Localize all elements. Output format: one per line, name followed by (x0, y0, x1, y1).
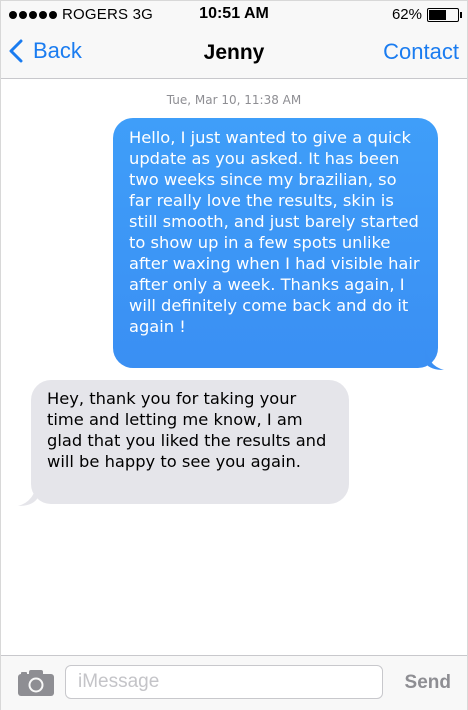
sent-message-text: Hello, I just wanted to give a quick upd… (129, 128, 420, 336)
camera-icon[interactable] (17, 669, 55, 697)
sent-message-bubble[interactable]: Hello, I just wanted to give a quick upd… (113, 118, 438, 368)
message-timestamp: Tue, Mar 10, 11:38 AM (166, 93, 302, 107)
imessage-input[interactable] (65, 665, 383, 699)
contact-button[interactable]: Contact (383, 39, 459, 65)
battery-icon (427, 7, 462, 22)
messages-screen: ROGERS 3G 10:51 AM 62% Back Jenny Contac… (0, 0, 468, 710)
sent-bubble-tail (425, 347, 444, 370)
send-button[interactable]: Send (405, 672, 451, 694)
received-bubble-tail (18, 483, 37, 506)
battery-fill (429, 9, 447, 20)
navigation-bar: Back Jenny Contact (1, 27, 467, 79)
battery-percent: 62% (391, 6, 422, 23)
received-message-bubble[interactable]: Hey, thank you for taking your time and … (31, 380, 349, 504)
status-bar: ROGERS 3G 10:51 AM 62% (1, 1, 467, 27)
message-input-bar: Send (1, 655, 467, 710)
status-right: 62% (391, 6, 462, 23)
received-message-text: Hey, thank you for taking your time and … (47, 389, 327, 471)
